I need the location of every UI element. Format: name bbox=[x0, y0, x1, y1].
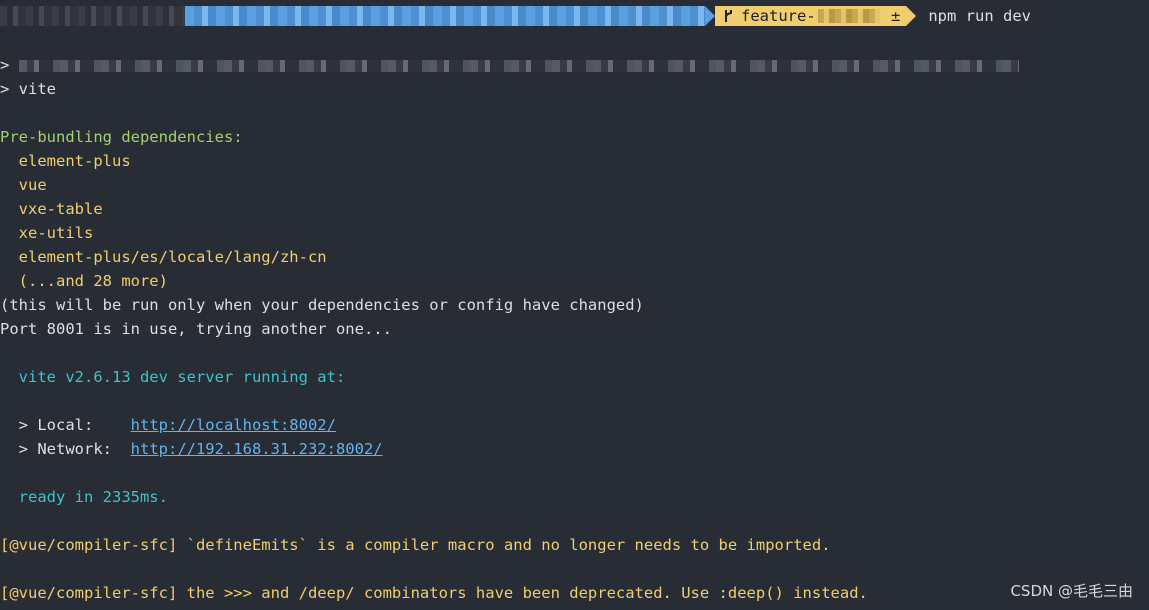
network-url-link[interactable]: http://192.168.31.232:8002/ bbox=[131, 440, 383, 458]
dependency-item: element-plus bbox=[0, 152, 131, 170]
network-label: > Network: bbox=[0, 440, 131, 458]
network-url-line: > Network: http://192.168.31.232:8002/ bbox=[0, 439, 383, 459]
git-branch-name: feature- bbox=[741, 7, 816, 25]
local-url-line: > Local: http://localhost:8002/ bbox=[0, 415, 336, 435]
redacted-script-name bbox=[18, 59, 1019, 72]
dependency-item: vue bbox=[0, 176, 47, 194]
vite-command-line: > vite bbox=[0, 80, 56, 98]
shell-prompt: feature- ± npm run dev bbox=[0, 6, 1031, 26]
dependency-item: (...and 28 more) bbox=[0, 272, 168, 290]
local-url-link[interactable]: http://localhost:8002/ bbox=[131, 416, 336, 434]
terminal-window[interactable]: feature- ± npm run dev > > vite Pre-bund… bbox=[0, 0, 1149, 610]
ready-time-line: ready in 2335ms. bbox=[0, 488, 168, 506]
npm-script-line-redacted: > bbox=[0, 55, 1019, 75]
prompt-end-arrow bbox=[906, 6, 917, 26]
prompt-user-segment-redacted bbox=[0, 6, 185, 26]
csdn-watermark: CSDN @毛毛三由 bbox=[1010, 582, 1133, 600]
local-label: > Local: bbox=[0, 416, 131, 434]
prompt-separator-arrow bbox=[705, 6, 715, 26]
dependency-item: element-plus/es/locale/lang/zh-cn bbox=[0, 248, 327, 266]
port-in-use-note: Port 8001 is in use, trying another one.… bbox=[0, 320, 392, 338]
run-once-note: (this will be run only when your depende… bbox=[0, 296, 644, 314]
typed-command: npm run dev bbox=[928, 7, 1031, 25]
dependency-item: xe-utils bbox=[0, 224, 94, 242]
dependency-item: vxe-table bbox=[0, 200, 103, 218]
git-branch-name-redacted bbox=[817, 9, 880, 23]
prompt-git-branch-segment: feature- ± bbox=[715, 6, 907, 26]
compiler-warning-define-emits: [@vue/compiler-sfc] `defineEmits` is a c… bbox=[0, 536, 831, 554]
git-dirty-marker: ± bbox=[881, 7, 901, 25]
prompt-path-segment-redacted bbox=[185, 6, 705, 26]
prebundle-header: Pre-bundling dependencies: bbox=[0, 128, 243, 146]
script-marker: > bbox=[0, 56, 19, 74]
git-branch-icon bbox=[725, 10, 732, 22]
dev-server-running-line: vite v2.6.13 dev server running at: bbox=[0, 368, 346, 386]
compiler-warning-deep-selector: [@vue/compiler-sfc] the >>> and /deep/ c… bbox=[0, 584, 868, 602]
